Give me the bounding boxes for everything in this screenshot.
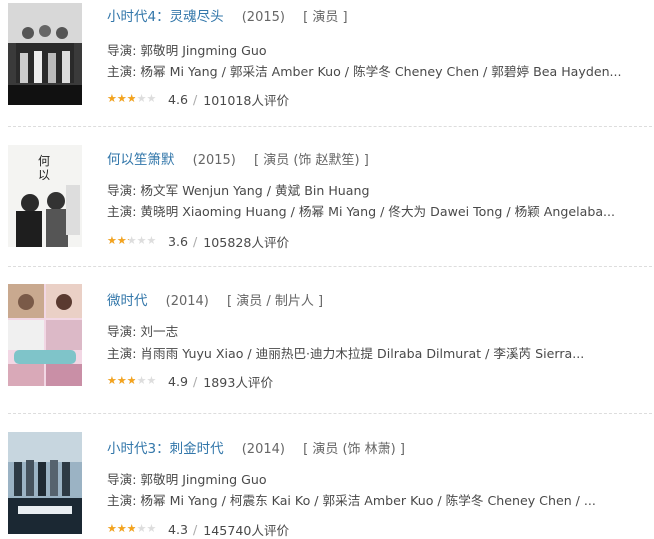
title-line: 小时代4：灵魂尽头 (2015) [ 演员 ] <box>107 5 348 25</box>
movie-title-link[interactable]: 微时代 <box>107 293 148 309</box>
movie-title-link[interactable]: 小时代3：刺金时代 <box>107 441 224 457</box>
movie-year: (2015) <box>241 10 285 25</box>
rating-score: 3.6 <box>168 234 189 249</box>
rating-stars: ★★★★★ ★★★★★ <box>107 234 162 247</box>
cast-line: 主演: 黄晓明 Xiaoming Huang / 杨幂 Mi Yang / 佟大… <box>107 204 616 219</box>
movie-poster[interactable]: 何 以 <box>8 145 82 247</box>
movie-year: (2015) <box>192 153 236 168</box>
movie-item: 何 以 何以笙箫默 (2015) [ 演员 (饰 赵默笙) ] 导演: 杨文军 … <box>0 143 654 263</box>
title-line: 小时代3：刺金时代 (2014) [ 演员 (饰 林萧) ] <box>107 437 405 457</box>
cast-line: 主演: 杨幂 Mi Yang / 柯震东 Kai Ko / 郭采洁 Amber … <box>107 493 596 508</box>
rating-row: ★★★★★ ★★★★★ 3.6 / 105828人评价 <box>107 232 289 251</box>
rating-stars: ★★★★★ ★★★★★ <box>107 374 162 387</box>
item-divider <box>8 126 652 127</box>
rating-separator: / <box>193 374 198 389</box>
director-line: 导演: 郭敬明 Jingming Guo <box>107 472 267 487</box>
director-line: 导演: 郭敬明 Jingming Guo <box>107 43 267 58</box>
rating-votes: 145740人评价 <box>203 523 290 538</box>
stars-filled-icon: ★★★★★ <box>107 522 135 535</box>
item-divider <box>8 413 652 414</box>
movie-title-link[interactable]: 何以笙箫默 <box>107 152 175 168</box>
rating-separator: / <box>193 234 198 249</box>
svg-text:以: 以 <box>38 168 50 182</box>
cast-line: 主演: 肖雨雨 Yuyu Xiao / 迪丽热巴·迪力木拉提 Dilraba D… <box>107 346 585 361</box>
movie-item: 小时代3：刺金时代 (2014) [ 演员 (饰 林萧) ] 导演: 郭敬明 J… <box>0 432 654 538</box>
svg-text:何: 何 <box>38 154 50 168</box>
rating-row: ★★★★★ ★★★★★ 4.9 / 1893人评价 <box>107 372 273 391</box>
movie-title-link[interactable]: 小时代4：灵魂尽头 <box>107 9 224 25</box>
director-line: 导演: 刘一志 <box>107 324 179 339</box>
movie-role: [ 演员 / 制片人 ] <box>227 294 324 309</box>
movie-item: 微时代 (2014) [ 演员 / 制片人 ] 导演: 刘一志 主演: 肖雨雨 … <box>0 284 654 404</box>
item-divider <box>8 266 652 267</box>
movie-role: [ 演员 ] <box>303 10 348 25</box>
movie-year: (2014) <box>241 442 285 457</box>
rating-stars: ★★★★★ ★★★★★ <box>107 522 162 535</box>
title-line: 何以笙箫默 (2015) [ 演员 (饰 赵默笙) ] <box>107 148 369 168</box>
stars-filled-icon: ★★★★★ <box>107 234 129 247</box>
movie-poster[interactable] <box>8 432 82 534</box>
movie-year: (2014) <box>165 294 209 309</box>
movie-poster[interactable] <box>8 3 82 105</box>
rating-row: ★★★★★ ★★★★★ 4.3 / 145740人评价 <box>107 520 289 539</box>
rating-votes: 1893人评价 <box>203 375 274 390</box>
rating-score: 4.9 <box>168 374 189 389</box>
stars-filled-icon: ★★★★★ <box>107 374 135 387</box>
rating-votes: 101018人评价 <box>203 93 290 108</box>
movie-role: [ 演员 (饰 林萧) ] <box>303 442 405 457</box>
title-line: 微时代 (2014) [ 演员 / 制片人 ] <box>107 289 323 309</box>
rating-score: 4.6 <box>168 92 189 107</box>
rating-votes: 105828人评价 <box>203 235 290 250</box>
movie-poster[interactable] <box>8 284 82 386</box>
movie-item: 小时代4：灵魂尽头 (2015) [ 演员 ] 导演: 郭敬明 Jingming… <box>0 0 654 120</box>
movie-role: [ 演员 (饰 赵默笙) ] <box>254 153 369 168</box>
rating-separator: / <box>193 92 198 107</box>
stars-filled-icon: ★★★★★ <box>107 92 135 105</box>
rating-stars: ★★★★★ ★★★★★ <box>107 92 162 105</box>
director-line: 导演: 杨文军 Wenjun Yang / 黄斌 Bin Huang <box>107 183 370 198</box>
cast-line: 主演: 杨幂 Mi Yang / 郭采洁 Amber Kuo / 陈学冬 Che… <box>107 64 622 79</box>
rating-row: ★★★★★ ★★★★★ 4.6 / 101018人评价 <box>107 90 289 109</box>
